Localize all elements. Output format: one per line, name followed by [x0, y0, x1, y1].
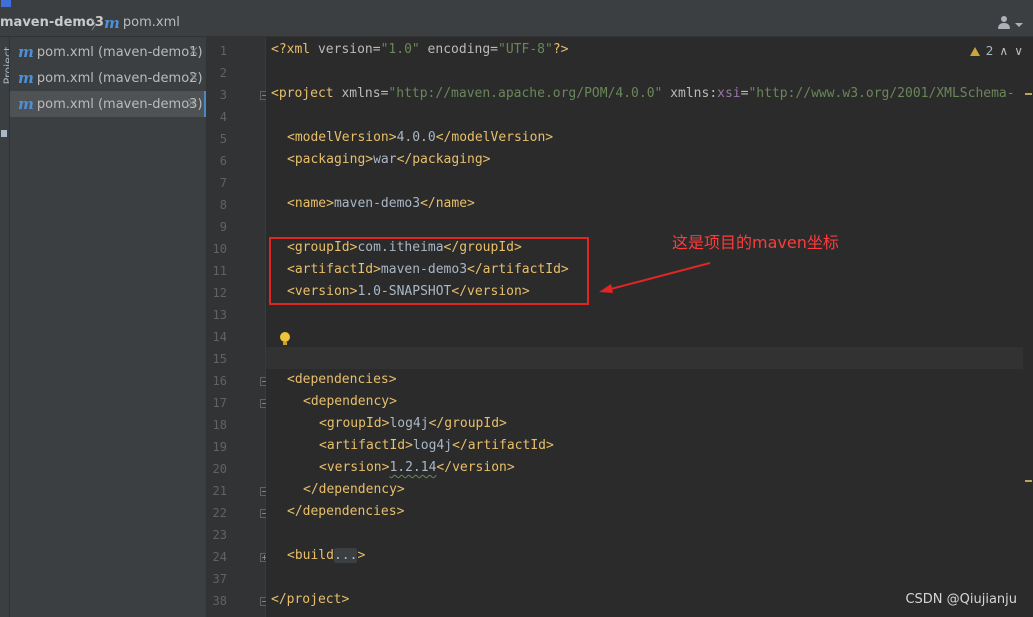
line-number: 11 [212, 264, 227, 278]
inspection-widget[interactable]: 2 ∧ ∨ [969, 44, 1023, 58]
breadcrumb-separator: 〉 [91, 18, 104, 32]
warning-marker[interactable] [1025, 480, 1032, 482]
line-number: 2 [219, 66, 227, 80]
warning-marker[interactable] [1025, 93, 1032, 95]
line-number: 1 [219, 44, 227, 58]
maven-file-icon: m [18, 95, 34, 113]
line-number: 8 [219, 198, 227, 212]
line-number: 5 [219, 132, 227, 146]
line-number: 15 [212, 352, 227, 366]
line-number: 19 [212, 440, 227, 454]
line-number: 3 [219, 88, 227, 102]
breadcrumb-file-label: pom.xml [122, 15, 180, 30]
code-line-3[interactable]: <project xmlns="http://maven.apache.org/… [271, 83, 1015, 105]
tab-label: pom.xml (maven-demo3) [36, 96, 203, 112]
line-number: 22 [212, 506, 227, 520]
line-number: 14 [212, 330, 227, 344]
warning-count: 2 [985, 44, 994, 58]
line-number: 7 [219, 176, 227, 190]
code-line-8[interactable]: <name>maven-demo3</name> [287, 193, 475, 215]
breadcrumb-file[interactable]: m pom.xml [104, 15, 180, 30]
breadcrumb-project[interactable]: maven-demo3 [0, 15, 104, 30]
code-line-6[interactable]: <packaging>war</packaging> [287, 149, 491, 171]
tab-label: pom.xml (maven-demo1) [36, 44, 203, 60]
menu-bar-strip [0, 0, 1033, 10]
folded-region[interactable]: ... [333, 548, 358, 563]
line-number: 6 [219, 154, 227, 168]
editor-tab-list: m pom.xml (maven-demo1) × m pom.xml (mav… [10, 37, 207, 617]
code-line-19[interactable]: <artifactId>log4j</artifactId> [319, 435, 554, 457]
line-number: 38 [212, 594, 227, 608]
line-number: 13 [212, 308, 227, 322]
line-number-gutter[interactable]: 1 2 3 4 5 6 7 8 9 10 11 12 13 14 15 16 1… [207, 37, 269, 617]
line-number: 18 [212, 418, 227, 432]
line-number: 23 [212, 528, 227, 542]
watermark: CSDN @Qiujianju [905, 592, 1017, 607]
line-number: 37 [212, 572, 227, 586]
warning-icon [969, 46, 980, 56]
tab-label: pom.xml (maven-demo2) [36, 70, 203, 86]
annotation-label: 这是项目的maven坐标 [672, 233, 839, 252]
code-line-10[interactable]: <groupId>com.itheima</groupId> [287, 237, 522, 259]
lightbulb-icon[interactable] [280, 332, 290, 346]
line-number: 20 [212, 462, 227, 476]
code-line-5[interactable]: <modelVersion>4.0.0</modelVersion> [287, 127, 553, 149]
maven-file-icon: m [18, 43, 34, 61]
chevron-down-icon[interactable] [1015, 23, 1023, 27]
navigation-bar: maven-demo3 〉 m pom.xml [0, 10, 1033, 37]
code-line-20[interactable]: <version>1.2.14</version> [319, 457, 515, 479]
ide-window: maven-demo3 〉 m pom.xml Project m pom.xm… [0, 0, 1033, 617]
line-number: 10 [212, 242, 227, 256]
annotation-arrow [599, 262, 711, 293]
close-icon[interactable]: × [186, 96, 197, 111]
code-line-16[interactable]: <dependencies> [287, 369, 397, 391]
code-line-24[interactable]: <build...> [287, 545, 365, 567]
line-number: 9 [219, 220, 227, 234]
line-number: 24 [212, 550, 227, 564]
tool-window-marker-icon [1, 130, 7, 137]
current-line-highlight [266, 347, 1033, 369]
editor-scrollbar[interactable] [1023, 37, 1033, 617]
editor-tab-maven-demo2[interactable]: m pom.xml (maven-demo2) × [10, 65, 206, 91]
code-line-17[interactable]: <dependency> [303, 391, 397, 413]
chevron-down-icon[interactable]: ∨ [1014, 44, 1023, 58]
line-number: 4 [219, 110, 227, 124]
maven-file-icon: m [104, 13, 120, 32]
line-number: 17 [212, 396, 227, 410]
code-line-18[interactable]: <groupId>log4j</groupId> [319, 413, 507, 435]
code-line-1[interactable]: <?xml version="1.0" encoding="UTF-8"?> [271, 39, 568, 61]
user-account-icon[interactable] [997, 16, 1011, 30]
app-icon [1, 0, 11, 7]
close-icon[interactable]: × [188, 70, 199, 85]
code-editor[interactable]: <?xml version="1.0" encoding="UTF-8"?> <… [266, 37, 1033, 617]
project-tool-label[interactable]: Project [1, 47, 9, 85]
editor-tab-maven-demo3[interactable]: m pom.xml (maven-demo3) × [10, 91, 206, 117]
line-number: 21 [212, 484, 227, 498]
editor-tab-maven-demo1[interactable]: m pom.xml (maven-demo1) × [10, 39, 206, 65]
line-number: 12 [212, 286, 227, 300]
close-icon[interactable]: × [188, 44, 199, 59]
project-tool-window-stripe[interactable]: Project [0, 37, 10, 617]
code-line-22[interactable]: </dependencies> [287, 501, 404, 523]
code-line-12[interactable]: <version>1.0-SNAPSHOT</version> [287, 281, 530, 303]
chevron-up-icon[interactable]: ∧ [999, 44, 1008, 58]
code-line-11[interactable]: <artifactId>maven-demo3</artifactId> [287, 259, 569, 281]
code-line-38[interactable]: </project> [271, 589, 349, 611]
line-number: 16 [212, 374, 227, 388]
maven-file-icon: m [18, 69, 34, 87]
code-line-21[interactable]: </dependency> [303, 479, 405, 501]
